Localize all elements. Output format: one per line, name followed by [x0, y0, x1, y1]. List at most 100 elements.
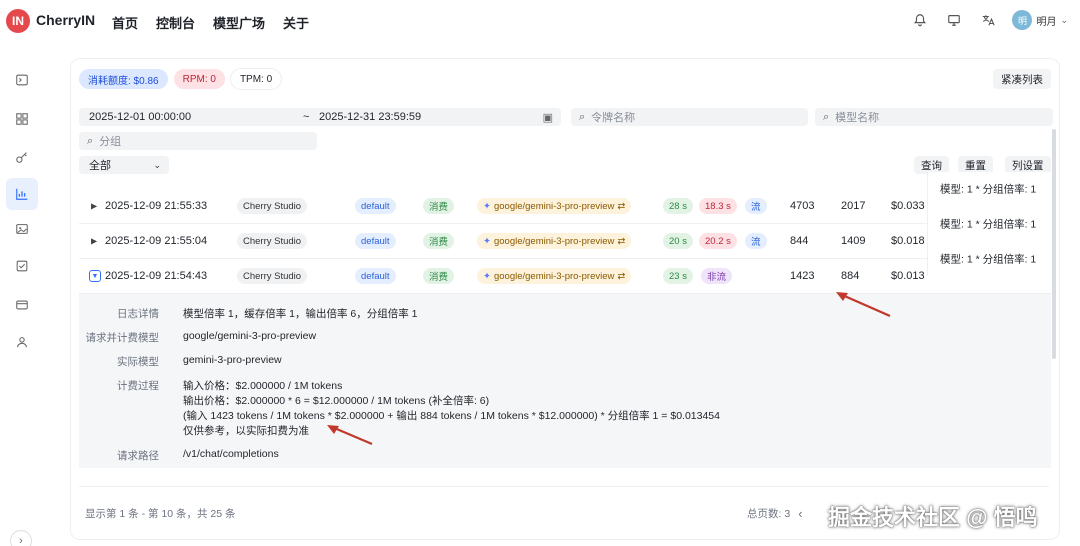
- date-range-picker[interactable]: 2025-12-01 00:00:00 ~ 2025-12-31 23:59:5…: [79, 108, 561, 126]
- detail-column: 模型: 1 * 分组倍率: 1: [927, 207, 1051, 241]
- row-time: 2025-12-09 21:55:04: [105, 235, 208, 247]
- first-token-tag: 28 s: [663, 198, 693, 214]
- table-row[interactable]: ▼ 2025-12-09 21:54:43 Cherry Studio defa…: [79, 242, 1051, 294]
- table-row[interactable]: ▶ 2025-12-09 21:55:04 Cherry Studio defa…: [79, 207, 1051, 259]
- brand-name[interactable]: CherryIN: [36, 12, 95, 28]
- nav-model-square[interactable]: 模型广场: [213, 13, 265, 32]
- annotation-arrow: [327, 425, 373, 446]
- swap-icon: ⇄: [617, 200, 626, 212]
- terminal-icon[interactable]: [6, 64, 38, 96]
- type-tag: 消费: [423, 233, 455, 249]
- nav-about[interactable]: 关于: [283, 13, 309, 32]
- row-time: 2025-12-09 21:54:43: [105, 270, 208, 282]
- search-icon: ⌕: [87, 134, 94, 147]
- watermark: 掘金技术社区 @ 悟鸣: [828, 505, 1038, 530]
- group-placeholder: 分组: [99, 136, 122, 148]
- compact-list-button[interactable]: 紧凑列表: [993, 69, 1051, 89]
- search-icon: ⌕: [579, 110, 586, 123]
- detail-column: 模型: 1 * 分组倍率: 1: [927, 242, 1051, 276]
- log-type-select[interactable]: 全部 ⌄: [79, 156, 169, 174]
- search-icon: ⌕: [823, 110, 830, 123]
- table-row[interactable]: ▶ 2025-12-09 21:55:33 Cherry Studio defa…: [79, 172, 1051, 224]
- chevron-down-icon: ⌄: [153, 159, 161, 170]
- type-tag: 消费: [423, 268, 455, 284]
- quota-chip: 消耗额度: $0.86: [79, 69, 168, 89]
- footer-divider: [79, 486, 1049, 487]
- input-tokens: 4703: [790, 200, 815, 212]
- row-time: 2025-12-09 21:55:33: [105, 200, 208, 212]
- expanded-row-detail: 日志详情 模型倍率 1，缓存倍率 1，输出倍率 6，分组倍率 1 请求并计费模型…: [79, 294, 1051, 468]
- nav-home[interactable]: 首页: [112, 13, 138, 32]
- model-tag[interactable]: ✦ google/gemini-3-pro-preview ⇄: [477, 198, 632, 214]
- calendar-icon[interactable]: ▣: [543, 111, 553, 124]
- rpm-chip: RPM: 0: [173, 69, 225, 89]
- image-icon[interactable]: [6, 213, 38, 245]
- app-tag: Cherry Studio: [237, 233, 308, 249]
- actual-model-value: gemini-3-pro-preview: [183, 354, 282, 366]
- top-actions: 明 明月 ⌄: [910, 10, 1068, 30]
- bell-icon[interactable]: [910, 10, 930, 30]
- model-name-input[interactable]: ⌕ 模型名称: [815, 108, 1053, 126]
- type-tag: 消费: [423, 198, 455, 214]
- usage-log-card: 消耗额度: $0.86 RPM: 0 TPM: 0 紧凑列表 2025-12-0…: [70, 58, 1060, 540]
- app-tag: Cherry Studio: [237, 198, 308, 214]
- model-tag[interactable]: ✦ google/gemini-3-pro-preview ⇄: [477, 233, 632, 249]
- input-tokens: 844: [790, 235, 809, 247]
- billing-label: 计费过程: [117, 380, 159, 392]
- user-menu[interactable]: 明 明月 ⌄: [1012, 10, 1068, 30]
- model-tag[interactable]: ✦ google/gemini-3-pro-preview ⇄: [477, 268, 632, 284]
- billing-line: 输入价格：$2.000000 / 1M tokens: [183, 380, 343, 392]
- group-input[interactable]: ⌕ 分组: [79, 132, 317, 150]
- group-tag: default: [355, 233, 396, 249]
- cost: $0.018: [891, 235, 925, 247]
- detail-column: 模型: 1 * 分组倍率: 1: [927, 172, 1051, 206]
- first-token-tag: 23 s: [663, 268, 693, 284]
- log-detail-value: 模型倍率 1，缓存倍率 1，输出倍率 6，分组倍率 1: [183, 308, 418, 320]
- log-type-value: 全部: [89, 160, 111, 172]
- detail-text: 模型: 1 * 分组倍率: 1: [940, 183, 1037, 196]
- cost: $0.033: [891, 200, 925, 212]
- tpm-chip: TPM: 0: [230, 69, 282, 89]
- sidebar-expand-button[interactable]: ›: [10, 530, 32, 546]
- nav-console[interactable]: 控制台: [156, 13, 195, 32]
- logo[interactable]: IN: [6, 9, 30, 33]
- start-time: 2025-12-01 00:00:00: [89, 111, 192, 123]
- table-scrollbar[interactable]: [1052, 129, 1056, 359]
- model-name: google/gemini-3-pro-preview: [493, 200, 615, 212]
- sparkle-icon: ✦: [483, 235, 491, 247]
- task-icon[interactable]: [6, 250, 38, 282]
- translate-icon[interactable]: [978, 10, 998, 30]
- request-path-label: 请求路径: [117, 450, 159, 462]
- billing-line: 仅供参考，以实际扣费为准: [183, 425, 309, 437]
- swap-icon: ⇄: [617, 270, 626, 282]
- output-tokens: 884: [841, 270, 860, 282]
- annotation-arrow: [836, 292, 891, 318]
- monitor-icon[interactable]: [944, 10, 964, 30]
- token-name-placeholder: 令牌名称: [591, 112, 636, 124]
- output-tokens: 1409: [841, 235, 866, 247]
- token-name-input[interactable]: ⌕ 令牌名称: [571, 108, 808, 126]
- pagination-summary: 显示第 1 条 - 第 10 条，共 25 条: [85, 508, 236, 520]
- first-token-tag: 20 s: [663, 233, 693, 249]
- actual-model-label: 实际模型: [117, 356, 159, 368]
- expand-caret-icon[interactable]: ▶: [91, 237, 97, 246]
- prev-page-icon[interactable]: ‹: [798, 506, 802, 521]
- log-detail-label: 日志详情: [117, 308, 159, 320]
- group-tag: default: [355, 198, 396, 214]
- stats-chips: 消耗额度: $0.86 RPM: 0 TPM: 0: [79, 69, 282, 89]
- detail-text: 模型: 1 * 分组倍率: 1: [940, 218, 1037, 231]
- user-icon[interactable]: [6, 326, 38, 358]
- chevron-down-icon: ⌄: [1060, 14, 1068, 25]
- user-name: 明月: [1036, 16, 1057, 28]
- chart-icon[interactable]: [6, 178, 38, 210]
- wallet-icon[interactable]: [6, 289, 38, 321]
- model-name: google/gemini-3-pro-preview: [493, 270, 615, 282]
- total-pages: 总页数: 3: [747, 508, 791, 520]
- sparkle-icon: ✦: [483, 270, 491, 282]
- key-icon[interactable]: [6, 141, 38, 173]
- expand-caret-icon[interactable]: ▶: [91, 202, 97, 211]
- pagination: 总页数: 3 ‹: [747, 506, 803, 521]
- stream-tag: 流: [745, 198, 767, 214]
- collapse-caret-icon[interactable]: ▼: [89, 270, 101, 282]
- dashboard-icon[interactable]: [6, 103, 38, 135]
